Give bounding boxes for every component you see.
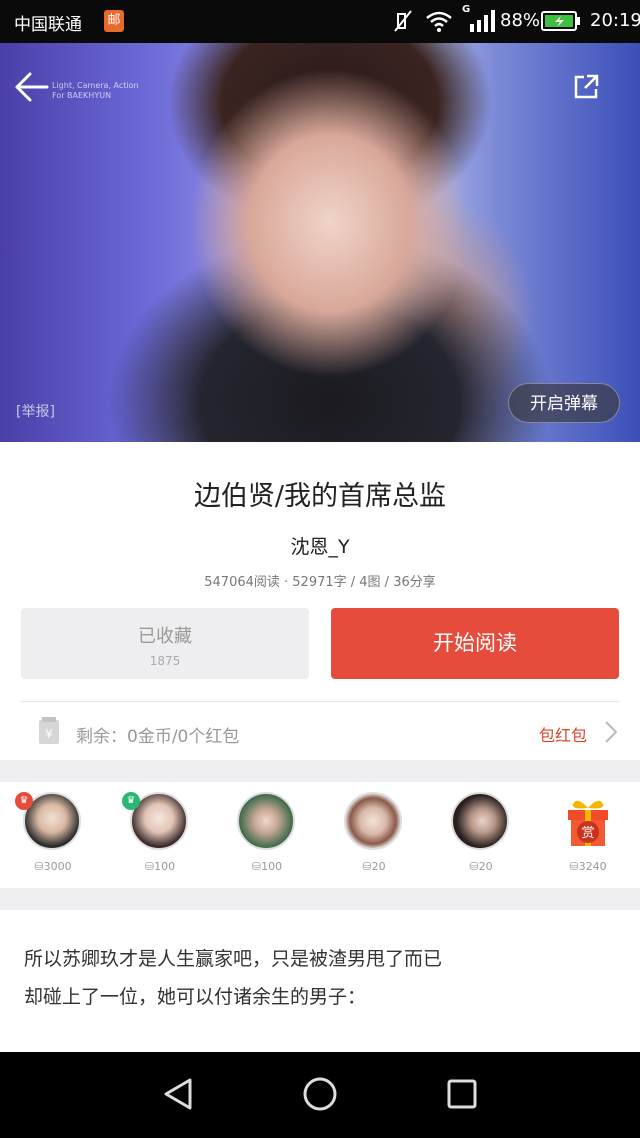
supporter-amount: ⛁100 — [144, 860, 176, 873]
reward-gift-icon[interactable]: 赏 — [565, 794, 611, 848]
supporter-amount: ⛁100 — [251, 860, 283, 873]
supporter-amount: ⛁20 — [362, 860, 386, 873]
svg-text:¥: ¥ — [45, 727, 53, 741]
system-navigation-bar — [0, 1052, 640, 1138]
status-bar: 中国联通 邮 G 88% 20:19 — [0, 0, 640, 43]
supporter-amount: ⛁20 — [469, 860, 493, 873]
excerpt-line: 却碰上了一位，她可以付诸余生的男子： — [24, 986, 367, 1008]
balance-text: 剩余：0金币/0个红包 — [76, 727, 240, 747]
supporter-item[interactable]: ⛁20 — [441, 792, 521, 882]
report-link[interactable]: [举报] — [16, 401, 55, 421]
avatar[interactable] — [237, 792, 295, 850]
cover-image: Light, Camera, Action For BAEKHYUN [举报] … — [0, 43, 640, 442]
wallet-icon: ¥ — [39, 717, 59, 744]
section-gap — [0, 760, 640, 782]
signal-icon — [470, 10, 495, 32]
author-name[interactable]: 沈恩_Y — [0, 532, 640, 559]
carrier-name: 中国联通 — [14, 15, 82, 35]
supporter-item[interactable]: ♛ ⛁100 — [120, 792, 200, 882]
supporters-row: ♛ ⛁3000 ♛ ⛁100 ⛁100 ⛁20 ⛁20 赏 ⛁3240 — [0, 782, 640, 888]
supporter-amount: ⛁3000 — [34, 860, 72, 873]
supporter-item[interactable]: ⛁20 — [334, 792, 414, 882]
image-watermark: Light, Camera, Action For BAEKHYUN — [52, 81, 139, 100]
battery-charging-icon — [541, 11, 580, 31]
section-gap — [0, 888, 640, 910]
nav-back-icon[interactable] — [162, 1076, 194, 1112]
battery-percent: 88% — [500, 10, 541, 31]
supporter-amount: ⛁3240 — [569, 860, 607, 873]
reward-item[interactable]: 赏 ⛁3240 — [548, 792, 628, 882]
favorite-count: 1875 — [149, 654, 181, 668]
back-arrow-icon[interactable] — [14, 69, 50, 105]
favorite-button[interactable]: 已收藏 1875 — [21, 608, 309, 679]
chevron-right-icon[interactable] — [604, 720, 618, 744]
supporter-item[interactable]: ⛁100 — [227, 792, 307, 882]
mute-icon — [394, 10, 412, 32]
avatar[interactable] — [451, 792, 509, 850]
crown-badge-icon: ♛ — [15, 792, 33, 810]
supporter-item[interactable]: ♛ ⛁3000 — [13, 792, 93, 882]
reward-char: 赏 — [581, 826, 594, 841]
book-excerpt: 所以苏卿玖才是人生赢家吧，只是被渣男甩了而已 却碰上了一位，她可以付诸余生的男子… — [24, 940, 624, 1016]
danmaku-toggle-button[interactable]: 开启弹幕 — [508, 383, 620, 423]
excerpt-line: 所以苏卿玖才是人生赢家吧，只是被渣男甩了而已 — [24, 948, 443, 970]
mail-notification-icon: 邮 — [104, 10, 124, 32]
wifi-icon — [426, 11, 452, 32]
nav-recents-icon[interactable] — [446, 1076, 478, 1112]
crown-badge-icon: ♛ — [122, 792, 140, 810]
send-redpack-link[interactable]: 包红包 — [539, 722, 587, 746]
nav-home-icon[interactable] — [302, 1076, 338, 1112]
share-icon[interactable] — [572, 73, 600, 101]
book-stats: 547064阅读 · 52971字 / 4图 / 36分享 — [204, 575, 436, 590]
avatar[interactable] — [344, 792, 402, 850]
favorite-label: 已收藏 — [138, 626, 192, 647]
book-title: 边伯贤/我的首席总监 — [193, 481, 447, 512]
clock: 20:19 — [590, 10, 640, 31]
divider — [21, 701, 619, 702]
start-reading-button[interactable]: 开始阅读 — [331, 608, 619, 679]
